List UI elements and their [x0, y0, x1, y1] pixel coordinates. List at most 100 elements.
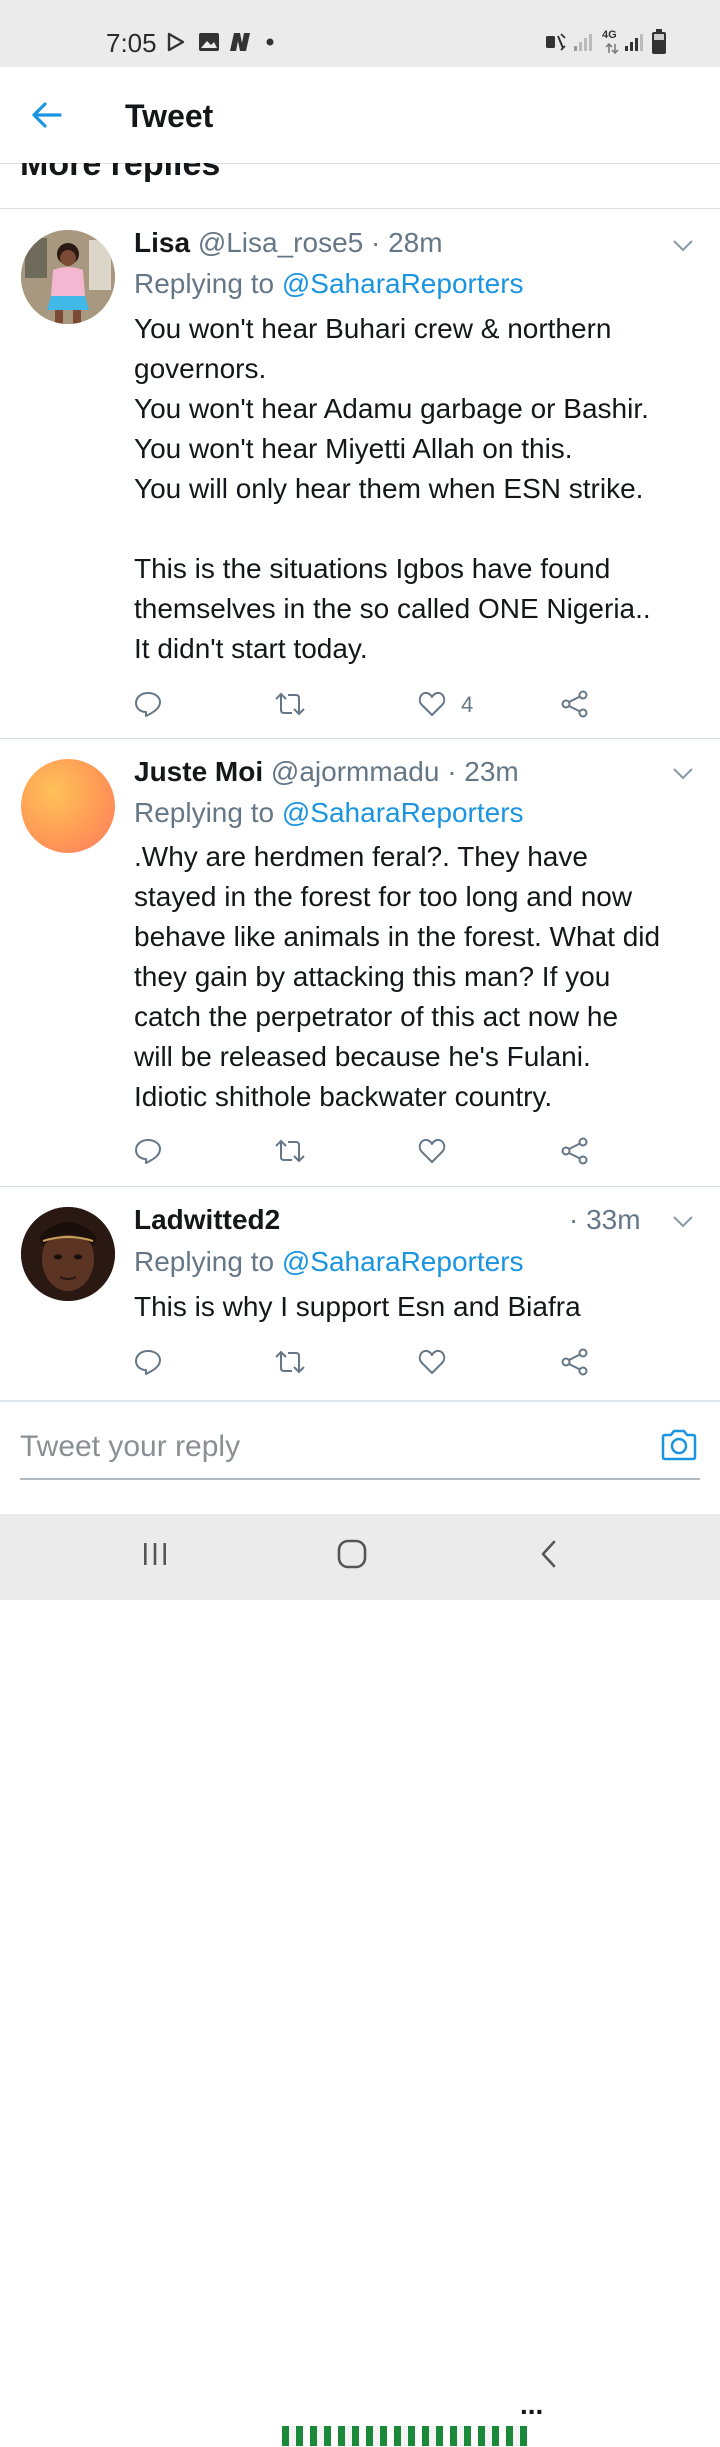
flag-stripe: [492, 2426, 499, 2446]
tweet-text: This is why I support Esn and Biafra: [134, 1291, 581, 1322]
flag-stripe: [289, 2426, 296, 2446]
share-icon[interactable]: [561, 690, 589, 718]
tweet-time: · 23m: [447, 756, 519, 787]
flag-stripe: [520, 2426, 527, 2446]
mute-icon: [546, 33, 566, 51]
flag-stripe: [429, 2426, 436, 2446]
reply-icon[interactable]: [134, 1137, 162, 1165]
flag-stripe: [345, 2426, 352, 2446]
flag-stripe: [408, 2426, 415, 2446]
tweet-text: .Why are herdmen feral?. They have staye…: [134, 841, 661, 1112]
page-title: Tweet: [125, 98, 214, 134]
flag-stripe: [436, 2426, 443, 2446]
reply-icon[interactable]: [134, 690, 162, 718]
display-name[interactable]: Lisa: [134, 227, 190, 258]
flag-stripe: [380, 2426, 387, 2446]
flag-stripe: [282, 2426, 289, 2446]
tweet-header: Juste Moi @ajormmadu · 23m: [134, 756, 519, 788]
user-handle[interactable]: @Lisa_rose5: [198, 227, 363, 258]
name-ellipsis: ...: [520, 2389, 544, 2420]
system-nav-bar: [0, 1514, 720, 1600]
more-replies-header: More replies: [20, 163, 720, 208]
flag-stripe: [401, 2426, 408, 2446]
tweet-time: · 28m: [371, 227, 443, 258]
signal-weak-icon: [574, 34, 592, 51]
flag-stripe: [506, 2426, 513, 2446]
flag-stripe: [352, 2426, 359, 2446]
display-name[interactable]: Juste Moi: [134, 756, 263, 787]
flag-stripe: [478, 2426, 485, 2446]
news-icon: [230, 33, 250, 51]
tweet-time: · 33m: [569, 1204, 641, 1235]
gallery-icon: [199, 33, 219, 51]
flag-stripe: [464, 2426, 471, 2446]
retweet-icon[interactable]: [274, 691, 306, 717]
flag-stripe: [366, 2426, 373, 2446]
avatar[interactable]: [21, 230, 115, 324]
share-icon[interactable]: [561, 1348, 589, 1376]
status-bar: 7:05 4G: [0, 0, 720, 67]
flag-stripe: [317, 2426, 324, 2446]
4g-indicator: 4G: [602, 29, 622, 55]
replying-to-label: Replying to: [134, 797, 282, 828]
input-underline: [20, 1478, 700, 1480]
reply-tweet[interactable]: Lisa @Lisa_rose5 · 28m Replying to @Saha…: [0, 209, 720, 738]
back-icon[interactable]: [538, 1539, 558, 1569]
chevron-down-icon[interactable]: [672, 767, 694, 781]
mention-link[interactable]: @SaharaReporters: [282, 268, 524, 299]
avatar-image: [21, 1207, 115, 1301]
display-name[interactable]: Ladwitted2: [134, 1204, 280, 1235]
chevron-down-icon[interactable]: [672, 239, 694, 253]
retweet-icon[interactable]: [274, 1138, 306, 1164]
camera-icon[interactable]: [660, 1428, 698, 1462]
more-replies-title: More replies: [20, 163, 221, 183]
flag-stripe: [485, 2426, 492, 2446]
replying-to-label: Replying to: [134, 1246, 282, 1277]
flag-stripe: [310, 2426, 317, 2446]
home-icon[interactable]: [336, 1538, 368, 1570]
replying-to: Replying to @SaharaReporters: [134, 797, 524, 829]
network-type: 4G: [602, 29, 617, 41]
chevron-down-icon[interactable]: [672, 1215, 694, 1229]
play-store-icon: [167, 32, 185, 52]
status-time: 7:05: [106, 28, 157, 58]
replying-to: Replying to @SaharaReporters: [134, 268, 524, 300]
avatar[interactable]: [21, 759, 115, 853]
flag-stripe: [324, 2426, 331, 2446]
flag-stripe: [513, 2426, 520, 2446]
like-count: 4: [461, 692, 474, 717]
reply-input[interactable]: Tweet your reply: [20, 1430, 240, 1464]
dot-icon: [266, 38, 274, 46]
mention-link[interactable]: @SaharaReporters: [282, 797, 524, 828]
nigeria-flags-emoji: [282, 2426, 527, 2446]
like-icon[interactable]: [418, 691, 446, 717]
tweet-header: Ladwitted2: [134, 1204, 280, 1236]
recents-icon[interactable]: [141, 1541, 169, 1567]
user-handle[interactable]: @ajormmadu: [271, 756, 439, 787]
reply-composer[interactable]: Tweet your reply: [0, 1400, 720, 1492]
flag-stripe: [373, 2426, 380, 2446]
signal-icon: [625, 34, 643, 51]
avatar[interactable]: [21, 1207, 115, 1301]
flag-stripe: [457, 2426, 464, 2446]
reply-tweet[interactable]: Juste Moi @ajormmadu · 23m Replying to @…: [0, 739, 720, 1186]
flag-stripe: [450, 2426, 457, 2446]
app-bar: Tweet: [0, 67, 720, 164]
replying-to: Replying to @SaharaReporters: [134, 1246, 524, 1278]
flag-stripe: [394, 2426, 401, 2446]
replying-to-label: Replying to: [134, 268, 282, 299]
back-arrow-icon[interactable]: [30, 98, 64, 132]
mention-link[interactable]: @SaharaReporters: [282, 1246, 524, 1277]
flag-stripe: [422, 2426, 429, 2446]
tweet-header: Lisa @Lisa_rose5 · 28m: [134, 227, 443, 259]
like-icon[interactable]: [418, 1349, 446, 1375]
retweet-icon[interactable]: [274, 1349, 306, 1375]
reply-tweet[interactable]: Ladwitted2 ... · 33m Replying to @Sahara…: [0, 1187, 720, 2446]
flag-stripe: [296, 2426, 303, 2446]
battery-icon: [652, 29, 666, 54]
flag-stripe: [338, 2426, 345, 2446]
like-icon[interactable]: [418, 1138, 446, 1164]
share-icon[interactable]: [561, 1137, 589, 1165]
data-arrows-icon: [605, 43, 619, 54]
reply-icon[interactable]: [134, 1348, 162, 1376]
